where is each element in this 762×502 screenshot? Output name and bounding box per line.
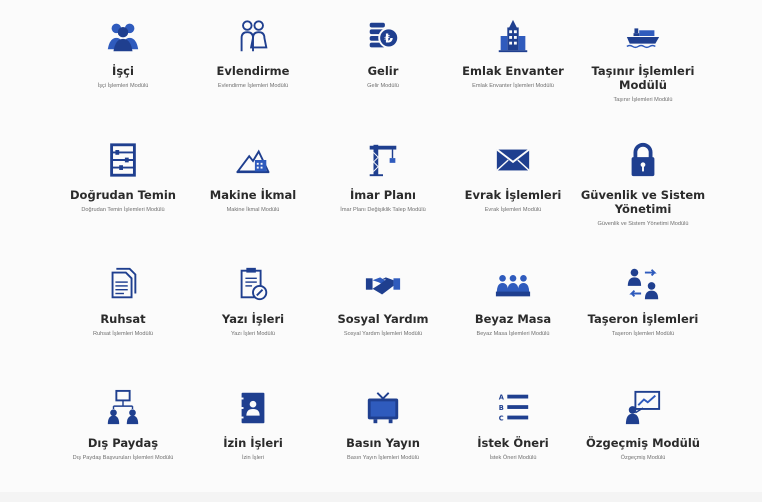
module-evlendirme[interactable]: Evlendirme Evlendirme İşlemleri Modülü: [188, 6, 318, 130]
module-title: Evlendirme: [216, 64, 290, 78]
module-sosyal-yardim[interactable]: Sosyal Yardım Sosyal Yardım İşlemleri Mo…: [318, 254, 448, 378]
module-title: Beyaz Masa: [474, 312, 552, 326]
handshake-icon: [363, 264, 403, 304]
abacus-icon: [103, 140, 143, 180]
module-isci[interactable]: İşçi İşçi İşlemleri Modülü: [58, 6, 188, 130]
module-guvenlik-sistem[interactable]: Güvenlik ve Sistem Yönetimi Güvenlik ve …: [578, 130, 708, 254]
building-icon: [493, 16, 533, 56]
module-subtitle: Ruhsat İşlemleri Modülü: [92, 331, 153, 337]
svg-text:₺: ₺: [384, 32, 393, 46]
envelope-icon: [493, 140, 533, 180]
svg-text:A: A: [499, 393, 505, 401]
documents-icon: [103, 264, 143, 304]
module-subtitle: İstek Öneri Modülü: [489, 455, 537, 461]
module-subtitle: İmar Planı Değişiklik Talep Modülü: [340, 207, 426, 213]
module-subtitle: Güvenlik ve Sistem Yönetimi Modülü: [597, 221, 689, 227]
module-ozgecmis[interactable]: Özgeçmiş Modülü Özgeçmiş Modülü: [578, 378, 708, 502]
module-title: Doğrudan Temin: [70, 188, 176, 202]
writing-icon: [233, 264, 273, 304]
module-title: İzin İşleri: [223, 436, 283, 450]
module-title: Basın Yayın: [346, 436, 420, 450]
module-makine-ikmal[interactable]: Makine İkmal Makine İkmal Modülü: [188, 130, 318, 254]
module-subtitle: Beyaz Masa İşlemleri Modülü: [476, 331, 550, 337]
module-title: Evrak İşlemleri: [464, 188, 562, 202]
module-title: Ruhsat: [100, 312, 146, 326]
module-beyaz-masa[interactable]: Beyaz Masa Beyaz Masa İşlemleri Modülü: [448, 254, 578, 378]
module-izin-isleri[interactable]: İzin İşleri İzin İşleri: [188, 378, 318, 502]
module-dis-paydas[interactable]: Dış Paydaş Dış Paydaş Başvuruları İşleml…: [58, 378, 188, 502]
module-subtitle: Taşınır İşlemleri Modülü: [613, 97, 673, 103]
television-icon: [363, 388, 403, 428]
module-subtitle: Evrak İşlemleri Modülü: [484, 207, 542, 213]
module-taseron-islemleri[interactable]: Taşeron İşlemleri Taşeron İşlemleri Modü…: [578, 254, 708, 378]
module-gelir[interactable]: ₺ Gelir Gelir Modülü: [318, 6, 448, 130]
abc-list-icon: ABC: [493, 388, 533, 428]
module-title: Taşeron İşlemleri: [587, 312, 699, 326]
module-title: İmar Planı: [350, 188, 416, 202]
module-dogrudan-temin[interactable]: Doğrudan Temin Doğrudan Temin İşlemleri …: [58, 130, 188, 254]
desk-people-icon: [493, 264, 533, 304]
module-imar-plani[interactable]: İmar Planı İmar Planı Değişiklik Talep M…: [318, 130, 448, 254]
factory-icon: [233, 140, 273, 180]
module-title: Dış Paydaş: [87, 436, 159, 450]
module-title: İşçi: [112, 64, 134, 78]
module-title: Yazı İşleri: [221, 312, 285, 326]
module-subtitle: Basın Yayın İşlemleri Modülü: [347, 455, 419, 461]
module-emlak-envanter[interactable]: Emlak Envanter Emlak Envanter İşlemleri …: [448, 6, 578, 130]
module-title: Özgeçmiş Modülü: [586, 436, 700, 450]
ship-icon: [623, 16, 663, 56]
crane-icon: [363, 140, 403, 180]
presentation-icon: [623, 388, 663, 428]
module-subtitle: Emlak Envanter İşlemleri Modülü: [472, 83, 554, 89]
module-title: Emlak Envanter: [462, 64, 564, 78]
module-title: Güvenlik ve Sistem Yönetimi: [580, 188, 706, 216]
module-title: Makine İkmal: [209, 188, 297, 202]
module-subtitle: Özgeçmiş Modülü: [620, 455, 666, 461]
couple-icon: [233, 16, 273, 56]
module-subtitle: Makine İkmal Modülü: [226, 207, 280, 213]
module-subtitle: Evlendirme İşlemleri Modülü: [217, 83, 289, 89]
module-istek-oneri[interactable]: ABC İstek Öneri İstek Öneri Modülü: [448, 378, 578, 502]
module-subtitle: Dış Paydaş Başvuruları İşlemleri Modülü: [72, 455, 174, 461]
module-yazi-isleri[interactable]: Yazı İşleri Yazı İşleri Modülü: [188, 254, 318, 378]
exchange-people-icon: [623, 264, 663, 304]
module-subtitle: Taşeron İşlemleri Modülü: [611, 331, 675, 337]
module-title: Sosyal Yardım: [337, 312, 429, 326]
module-basin-yayin[interactable]: Basın Yayın Basın Yayın İşlemleri Modülü: [318, 378, 448, 502]
module-tasinir-islemleri[interactable]: Taşınır İşlemleri Modülü Taşınır İşlemle…: [578, 6, 708, 130]
module-subtitle: Gelir Modülü: [367, 83, 399, 89]
module-subtitle: Doğrudan Temin İşlemleri Modülü: [81, 207, 165, 213]
module-subtitle: Sosyal Yardım İşlemleri Modülü: [343, 331, 423, 337]
workers-icon: [103, 16, 143, 56]
module-title: Taşınır İşlemleri Modülü: [591, 64, 695, 92]
module-evrak-islemleri[interactable]: Evrak İşlemleri Evrak İşlemleri Modülü: [448, 130, 578, 254]
module-subtitle: İşçi İşlemleri Modülü: [97, 83, 149, 89]
module-page: İşçi İşçi İşlemleri Modülü Evlendirme Ev…: [0, 0, 762, 492]
svg-text:B: B: [499, 404, 504, 412]
module-subtitle: Yazı İşleri Modülü: [230, 331, 276, 337]
module-grid: İşçi İşçi İşlemleri Modülü Evlendirme Ev…: [58, 6, 708, 502]
contact-book-icon: [233, 388, 273, 428]
module-title: Gelir: [367, 64, 399, 78]
module-title: İstek Öneri: [477, 436, 549, 450]
coins-icon: ₺: [363, 16, 403, 56]
module-ruhsat[interactable]: Ruhsat Ruhsat İşlemleri Modülü: [58, 254, 188, 378]
lock-icon: [623, 140, 663, 180]
svg-text:C: C: [499, 414, 504, 422]
org-chart-icon: [103, 388, 143, 428]
module-subtitle: İzin İşleri: [241, 455, 265, 461]
